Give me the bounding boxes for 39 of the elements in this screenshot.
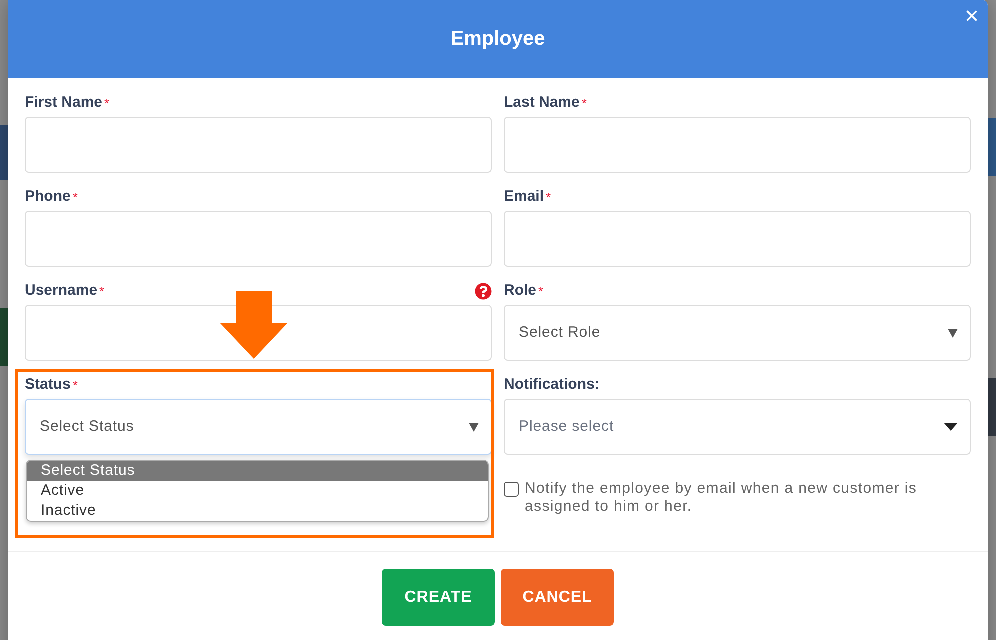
field-label: First Name [25,92,103,113]
dropdown-option[interactable]: Select Status [27,461,488,481]
field-label: Email [504,186,544,207]
text-field[interactable] [25,305,492,361]
checkbox-label: Notify the employee by email when a new customer is assigned to him or her. [525,480,918,516]
select-placeholder: Select Role [519,322,601,343]
field-label: Last Name [504,92,580,113]
cancel-button[interactable]: CANCEL [501,569,614,626]
select-placeholder: Please select [519,416,614,437]
caret-icon [944,423,958,431]
required-mark: * [72,189,78,207]
dialog-title: Employee [450,27,546,52]
checkbox[interactable] [504,482,519,497]
field-label: Username [25,280,98,301]
required-mark: * [72,377,78,395]
field-label: Status [25,374,71,395]
select-field[interactable]: Select Role [504,305,971,361]
field-label: Phone [25,186,71,207]
required-mark: * [538,283,544,301]
required-mark: * [100,283,105,301]
required-mark: * [104,95,110,113]
required-mark: * [582,95,587,113]
select-field[interactable]: Please select [504,399,971,455]
text-field[interactable] [25,211,492,267]
dropdown-option[interactable]: Inactive [27,501,488,521]
caret-icon [948,328,958,338]
help-icon[interactable] [475,282,492,300]
close-button[interactable]: × [962,4,982,30]
field-label: Notifications: [504,374,600,395]
field-label: Role [504,280,537,301]
required-mark: * [546,189,552,207]
text-field[interactable] [25,117,492,173]
text-field[interactable] [504,211,971,267]
caret-icon [469,422,479,432]
dropdown-option[interactable]: Active [27,481,488,501]
text-field[interactable] [504,117,971,173]
arrow-icon [220,291,288,359]
select-placeholder: Select Status [40,416,134,437]
create-button[interactable]: CREATE [382,569,495,626]
